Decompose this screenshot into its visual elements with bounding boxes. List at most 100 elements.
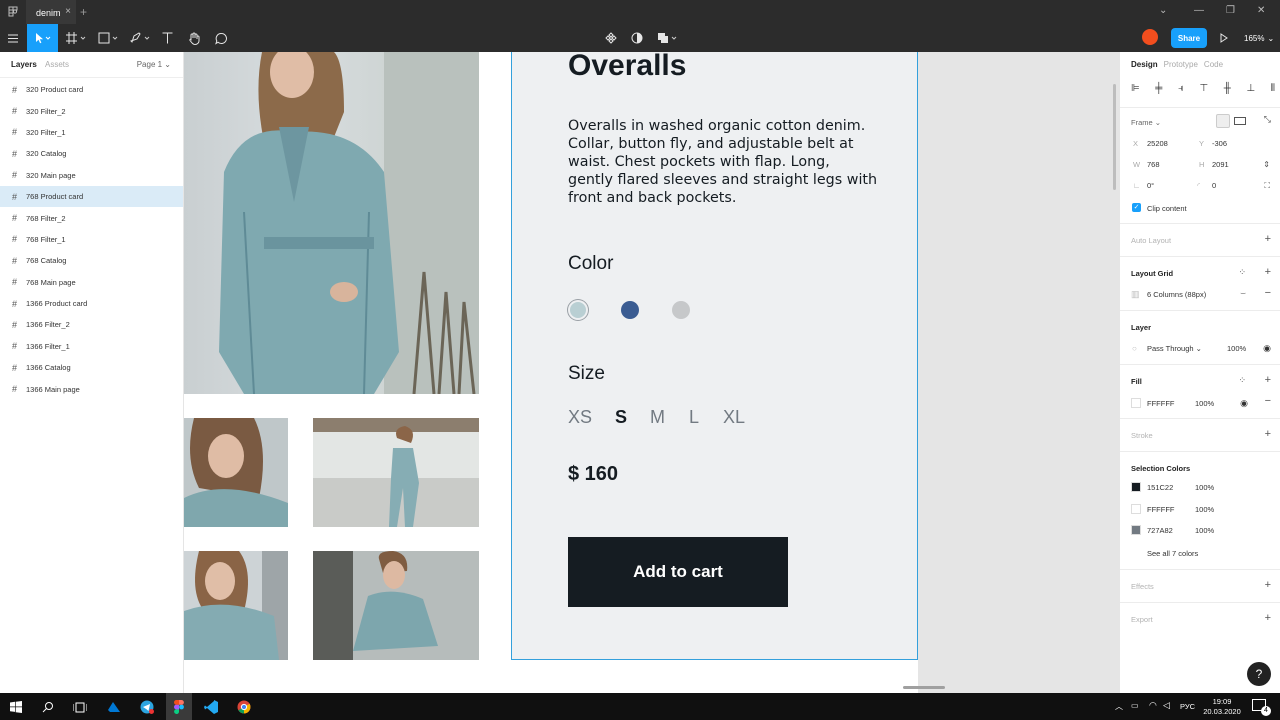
- layer-row[interactable]: #1366 Catalog: [0, 357, 183, 378]
- shape-tool-icon[interactable]: [96, 24, 122, 52]
- size-option[interactable]: XS: [568, 407, 592, 428]
- wifi-icon[interactable]: ◠: [1149, 700, 1157, 711]
- layer-row[interactable]: #768 Catalog: [0, 250, 183, 271]
- layer-row[interactable]: #320 Filter_1: [0, 122, 183, 143]
- user-avatar[interactable]: [1142, 29, 1158, 45]
- notifications-icon[interactable]: 4: [1252, 699, 1271, 716]
- tab-design[interactable]: Design: [1131, 60, 1158, 69]
- layer-row[interactable]: #1366 Filter_2: [0, 314, 183, 335]
- zoom-dropdown[interactable]: 165% ⌄: [1244, 24, 1274, 52]
- add-stroke-icon[interactable]: +: [1265, 428, 1271, 440]
- selection-color-chip[interactable]: [1131, 503, 1141, 514]
- minimize-icon[interactable]: —: [1194, 5, 1204, 16]
- share-button[interactable]: Share: [1171, 28, 1207, 48]
- fill-styles-icon[interactable]: ⁘: [1238, 375, 1246, 386]
- resize-to-fit-icon[interactable]: ⤡: [1264, 114, 1271, 125]
- width-field[interactable]: 768: [1147, 160, 1160, 169]
- eye-icon[interactable]: ◉: [1240, 398, 1248, 409]
- size-option[interactable]: XL: [723, 407, 745, 428]
- layer-row[interactable]: #768 Product card: [0, 185, 183, 208]
- product-card[interactable]: Overalls Overalls in washed organic cott…: [511, 52, 918, 660]
- chrome-app-icon[interactable]: [234, 697, 254, 717]
- azure-app-icon[interactable]: [104, 697, 124, 717]
- search-icon[interactable]: [38, 697, 58, 717]
- product-main-photo[interactable]: [184, 52, 479, 394]
- x-field[interactable]: 25208: [1147, 139, 1168, 148]
- layer-opacity-field[interactable]: 100%: [1227, 344, 1246, 353]
- hand-tool-icon[interactable]: [184, 24, 204, 52]
- canvas[interactable]: Overalls Overalls in washed organic cott…: [184, 52, 1119, 693]
- tab-prototype[interactable]: Prototype: [1164, 60, 1198, 69]
- move-tool-button[interactable]: [27, 24, 58, 52]
- fill-hex-field[interactable]: FFFFFF: [1147, 399, 1175, 408]
- size-option[interactable]: S: [615, 407, 627, 428]
- distribute-icon[interactable]: ⫴: [1271, 83, 1275, 94]
- fill-color-chip[interactable]: [1131, 398, 1141, 408]
- selection-color-hex[interactable]: 727A82: [1147, 526, 1173, 535]
- mask-icon[interactable]: [628, 24, 646, 52]
- grid-styles-icon[interactable]: ⁘: [1238, 267, 1246, 278]
- telegram-app-icon[interactable]: [137, 697, 157, 717]
- remove-fill-icon[interactable]: −: [1265, 395, 1271, 407]
- hamburger-menu-icon[interactable]: [4, 24, 22, 52]
- clip-content-checkbox[interactable]: ✓: [1132, 203, 1141, 212]
- layer-row[interactable]: #1366 Product card: [0, 293, 183, 314]
- figma-menu-icon[interactable]: [8, 6, 18, 18]
- add-effect-icon[interactable]: +: [1265, 579, 1271, 591]
- layer-row[interactable]: #1366 Filter_1: [0, 336, 183, 357]
- layer-row[interactable]: #768 Filter_1: [0, 229, 183, 250]
- frame-preset-dropdown[interactable]: Frame ⌄: [1131, 118, 1161, 127]
- comment-tool-icon[interactable]: [211, 24, 231, 52]
- align-top-icon[interactable]: ⊤: [1200, 83, 1209, 94]
- constrain-proportions-icon[interactable]: ⇕: [1263, 160, 1270, 169]
- chevron-down-icon[interactable]: ⌄: [1159, 5, 1167, 16]
- selection-color-opacity[interactable]: 100%: [1195, 526, 1214, 535]
- align-bottom-icon[interactable]: ⊥: [1246, 83, 1255, 94]
- layer-row[interactable]: #320 Catalog: [0, 143, 183, 164]
- windows-start-icon[interactable]: [6, 697, 26, 717]
- figma-app-icon[interactable]: [166, 693, 192, 720]
- layer-row[interactable]: #768 Filter_2: [0, 207, 183, 228]
- corner-radius-field[interactable]: 0: [1212, 181, 1216, 190]
- boolean-groups-icon[interactable]: [655, 24, 681, 52]
- battery-icon[interactable]: ▭: [1131, 701, 1139, 710]
- vertical-scrollbar[interactable]: [1113, 84, 1116, 190]
- layer-row[interactable]: #320 Main page: [0, 165, 183, 186]
- selection-color-opacity[interactable]: 100%: [1195, 483, 1214, 492]
- tab-code[interactable]: Code: [1204, 60, 1223, 69]
- tray-chevron-up-icon[interactable]: ︿: [1115, 701, 1123, 712]
- height-field[interactable]: 2091: [1212, 160, 1229, 169]
- grid-item-label[interactable]: 6 Columns (88px): [1147, 290, 1206, 299]
- hidden-eye-icon[interactable]: ⌣: [1240, 288, 1246, 299]
- align-right-icon[interactable]: ⫣: [1178, 83, 1184, 94]
- new-tab-icon[interactable]: +: [80, 5, 87, 19]
- selection-color-chip[interactable]: [1131, 482, 1141, 492]
- pen-tool-icon[interactable]: [128, 24, 154, 52]
- see-all-colors-link[interactable]: See all 7 colors: [1147, 549, 1198, 558]
- text-tool-icon[interactable]: [158, 24, 176, 52]
- selection-color-opacity[interactable]: 100%: [1195, 505, 1214, 514]
- color-swatch[interactable]: [621, 301, 639, 319]
- maximize-icon[interactable]: ❐: [1226, 5, 1235, 16]
- selection-color-chip[interactable]: [1131, 525, 1141, 535]
- system-clock[interactable]: 19:09 20.03.2020: [1200, 697, 1244, 717]
- vscode-app-icon[interactable]: [201, 697, 221, 717]
- task-view-icon[interactable]: [70, 697, 90, 717]
- add-grid-icon[interactable]: +: [1265, 266, 1271, 278]
- present-play-icon[interactable]: [1216, 24, 1232, 52]
- remove-grid-icon[interactable]: −: [1265, 287, 1271, 299]
- size-option[interactable]: L: [689, 407, 699, 428]
- language-indicator[interactable]: РУС: [1180, 702, 1195, 711]
- independent-corners-icon[interactable]: ⛶: [1264, 181, 1270, 191]
- fill-opacity-field[interactable]: 100%: [1195, 399, 1214, 408]
- file-tab[interactable]: denim ×: [26, 0, 76, 24]
- portrait-orientation-icon[interactable]: [1216, 114, 1230, 128]
- tab-layers[interactable]: Layers: [11, 60, 37, 69]
- layer-row[interactable]: #1366 Main page: [0, 378, 183, 399]
- product-thumbnail-4[interactable]: [313, 551, 479, 660]
- align-horizontal-center-icon[interactable]: ╪: [1155, 83, 1162, 94]
- align-vertical-center-icon[interactable]: ╫: [1224, 83, 1231, 94]
- add-to-cart-button[interactable]: Add to cart: [568, 537, 788, 607]
- add-export-icon[interactable]: +: [1265, 612, 1271, 624]
- blend-mode-dropdown[interactable]: Pass Through ⌄: [1147, 344, 1202, 353]
